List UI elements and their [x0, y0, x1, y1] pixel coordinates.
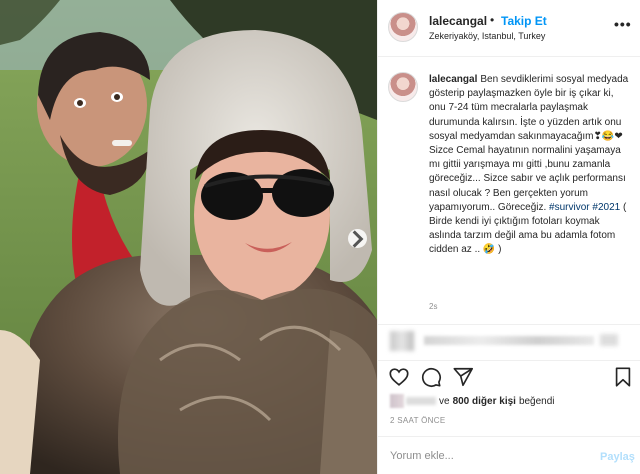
- caption-section: lalecangal Ben sevdiklerimi sosyal medyad…: [378, 58, 640, 324]
- likes-prefix: ve: [439, 395, 450, 407]
- blurred-comment-text: [424, 336, 594, 345]
- caption-text: ): [495, 244, 502, 256]
- blurred-comment: [378, 324, 640, 356]
- caption-username[interactable]: lalecangal: [429, 74, 477, 85]
- likes-suffix: beğendi: [518, 395, 555, 407]
- hashtag-link[interactable]: #survivor: [549, 202, 590, 213]
- more-options-icon[interactable]: •••: [614, 16, 632, 32]
- likes-summary[interactable]: ve 800 diğer kişi beğendi: [390, 393, 555, 409]
- caption-time: 2s: [429, 302, 438, 311]
- chevron-right-icon: [352, 229, 364, 248]
- comment-input[interactable]: [390, 450, 580, 462]
- blurred-like: [600, 334, 618, 346]
- selfie-image: [0, 0, 377, 474]
- caption-emoji: ❣😂❤: [593, 130, 623, 142]
- separator-dot: •: [490, 13, 495, 27]
- likes-count[interactable]: 800 diğer kişi: [453, 396, 516, 407]
- avatar[interactable]: [388, 12, 418, 42]
- bookmark-icon[interactable]: [612, 366, 634, 388]
- post-timestamp: 2 SAAT ÖNCE: [390, 416, 446, 425]
- comment-icon[interactable]: [420, 366, 442, 388]
- post-caption: lalecangal Ben sevdiklerimi sosyal medyad…: [429, 73, 631, 258]
- post-side-panel: lalecangal • Takip Et Zekeriyaköy, Istan…: [377, 0, 640, 474]
- share-icon[interactable]: [452, 366, 474, 388]
- follow-button[interactable]: Takip Et: [501, 14, 547, 28]
- post-photo[interactable]: [0, 0, 377, 474]
- liker-avatar: [390, 394, 404, 408]
- post-header: lalecangal • Takip Et Zekeriyaköy, Istan…: [378, 0, 640, 57]
- action-bar: [378, 360, 640, 390]
- caption-emoji: 🤣: [482, 244, 496, 256]
- hashtag-link[interactable]: #2021: [592, 202, 620, 213]
- location-link[interactable]: Zekeriyaköy, Istanbul, Turkey: [429, 31, 545, 41]
- avatar[interactable]: [388, 72, 418, 102]
- post-comment-button[interactable]: Paylaş: [600, 451, 635, 463]
- carousel-next-button[interactable]: [348, 229, 367, 248]
- add-comment-bar: Paylaş: [378, 436, 640, 474]
- blurred-liker-name: [406, 397, 436, 405]
- heart-icon[interactable]: [388, 366, 410, 388]
- blurred-avatar: [390, 331, 414, 351]
- username-link[interactable]: lalecangal: [429, 14, 487, 28]
